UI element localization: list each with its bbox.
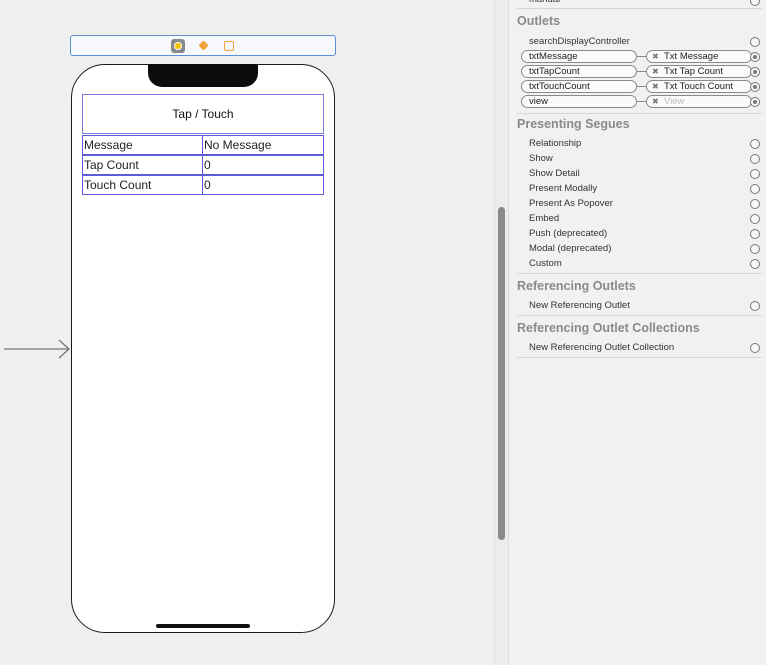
segue-present-modally: Present Modally bbox=[529, 183, 598, 194]
presenting-segues-section-title: Presenting Segues bbox=[517, 117, 630, 131]
outlet-txttouchcount-target[interactable]: ✖ Txt Touch Count bbox=[646, 80, 752, 93]
disconnect-x-icon[interactable]: ✖ bbox=[652, 96, 659, 107]
disconnect-x-icon[interactable]: ✖ bbox=[652, 66, 659, 77]
connections-inspector: manual Outlets searchDisplayController t… bbox=[508, 0, 766, 665]
new-referencing-outlet-collection: New Referencing Outlet Collection bbox=[529, 342, 675, 353]
tap-count-key-label[interactable]: Tap Count bbox=[83, 156, 203, 174]
message-value-label[interactable]: No Message bbox=[203, 136, 323, 154]
message-row[interactable]: Message No Message bbox=[82, 135, 324, 155]
title-label[interactable]: Tap / Touch bbox=[82, 94, 324, 134]
segue-connection-circle[interactable] bbox=[750, 259, 760, 269]
segue-custom: Custom bbox=[529, 258, 562, 269]
outlet-target-label: Txt Touch Count bbox=[664, 81, 734, 92]
disconnect-x-icon[interactable]: ✖ bbox=[652, 51, 659, 62]
segue-show-detail: Show Detail bbox=[529, 168, 580, 179]
outlet-target-label: Txt Message bbox=[664, 51, 719, 62]
new-referencing-outlet: New Referencing Outlet bbox=[529, 300, 630, 311]
segue-modal-deprecated: Modal (deprecated) bbox=[529, 243, 612, 254]
outlets-section-title: Outlets bbox=[517, 14, 561, 28]
scrollbar-thumb[interactable] bbox=[498, 207, 505, 540]
home-indicator bbox=[156, 624, 250, 628]
touch-count-row[interactable]: Touch Count 0 bbox=[82, 175, 324, 195]
divider bbox=[517, 273, 762, 274]
divider bbox=[517, 357, 762, 358]
touch-count-value-label[interactable]: 0 bbox=[203, 176, 323, 194]
connection-line bbox=[637, 86, 646, 87]
referencing-outlet-circle[interactable] bbox=[750, 301, 760, 311]
segue-show: Show bbox=[529, 153, 553, 164]
view-controller-icon[interactable] bbox=[171, 39, 185, 53]
outlet-target-label: Txt Tap Count bbox=[664, 66, 723, 77]
outlet-connected-circle[interactable] bbox=[750, 52, 760, 62]
connection-line bbox=[637, 71, 646, 72]
outlet-txtmessage-source[interactable]: txtMessage bbox=[521, 50, 637, 63]
outlet-txttouchcount-source[interactable]: txtTouchCount bbox=[521, 80, 637, 93]
disconnect-x-icon[interactable]: ✖ bbox=[652, 81, 659, 92]
entry-point-arrow-icon[interactable] bbox=[4, 338, 72, 360]
segue-present-as-popover: Present As Popover bbox=[529, 198, 613, 209]
storyboard-canvas[interactable]: Tap / Touch Message No Message Tap Count… bbox=[0, 0, 494, 665]
referencing-outlet-collection-circle[interactable] bbox=[750, 343, 760, 353]
outlet-txttapcount-target[interactable]: ✖ Txt Tap Count bbox=[646, 65, 752, 78]
scene-dock[interactable] bbox=[70, 35, 336, 56]
outlet-view-source[interactable]: view bbox=[521, 95, 637, 108]
device-notch bbox=[148, 64, 258, 87]
segue-push-deprecated: Push (deprecated) bbox=[529, 228, 608, 239]
outlet-txttapcount-source[interactable]: txtTapCount bbox=[521, 65, 637, 78]
segue-connection-circle[interactable] bbox=[750, 139, 760, 149]
segue-connection-circle[interactable] bbox=[750, 244, 760, 254]
canvas-scrollbar[interactable] bbox=[494, 0, 508, 665]
outlet-view-target[interactable]: ✖ View bbox=[646, 95, 752, 108]
segue-relationship: Relationship bbox=[529, 138, 582, 149]
manual-connection-circle[interactable] bbox=[750, 0, 760, 6]
connection-line bbox=[637, 101, 646, 102]
divider bbox=[517, 113, 762, 114]
outlet-connection-circle[interactable] bbox=[750, 37, 760, 47]
message-key-label[interactable]: Message bbox=[83, 136, 203, 154]
segue-connection-circle[interactable] bbox=[750, 154, 760, 164]
first-responder-icon[interactable] bbox=[197, 39, 211, 53]
manual-segue-item: manual bbox=[529, 0, 560, 7]
outlet-connected-circle[interactable] bbox=[750, 97, 760, 107]
connection-line bbox=[637, 56, 646, 57]
iphone-scene-view[interactable]: Tap / Touch Message No Message Tap Count… bbox=[71, 64, 335, 633]
outlet-target-label: View bbox=[664, 96, 685, 107]
segue-embed: Embed bbox=[529, 213, 560, 224]
touch-count-key-label[interactable]: Touch Count bbox=[83, 176, 203, 194]
segue-connection-circle[interactable] bbox=[750, 184, 760, 194]
segue-connection-circle[interactable] bbox=[750, 169, 760, 179]
referencing-outlet-collections-section-title: Referencing Outlet Collections bbox=[517, 321, 700, 335]
exit-icon[interactable] bbox=[222, 39, 236, 53]
referencing-outlets-section-title: Referencing Outlets bbox=[517, 279, 636, 293]
tap-count-row[interactable]: Tap Count 0 bbox=[82, 155, 324, 175]
segue-connection-circle[interactable] bbox=[750, 229, 760, 239]
outlet-connected-circle[interactable] bbox=[750, 67, 760, 77]
tap-count-value-label[interactable]: 0 bbox=[203, 156, 323, 174]
outlet-connected-circle[interactable] bbox=[750, 82, 760, 92]
divider bbox=[517, 8, 762, 9]
divider bbox=[517, 315, 762, 316]
segue-connection-circle[interactable] bbox=[750, 199, 760, 209]
outlet-txtmessage-target[interactable]: ✖ Txt Message bbox=[646, 50, 752, 63]
segue-connection-circle[interactable] bbox=[750, 214, 760, 224]
outlet-search-display-controller: searchDisplayController bbox=[529, 36, 630, 47]
